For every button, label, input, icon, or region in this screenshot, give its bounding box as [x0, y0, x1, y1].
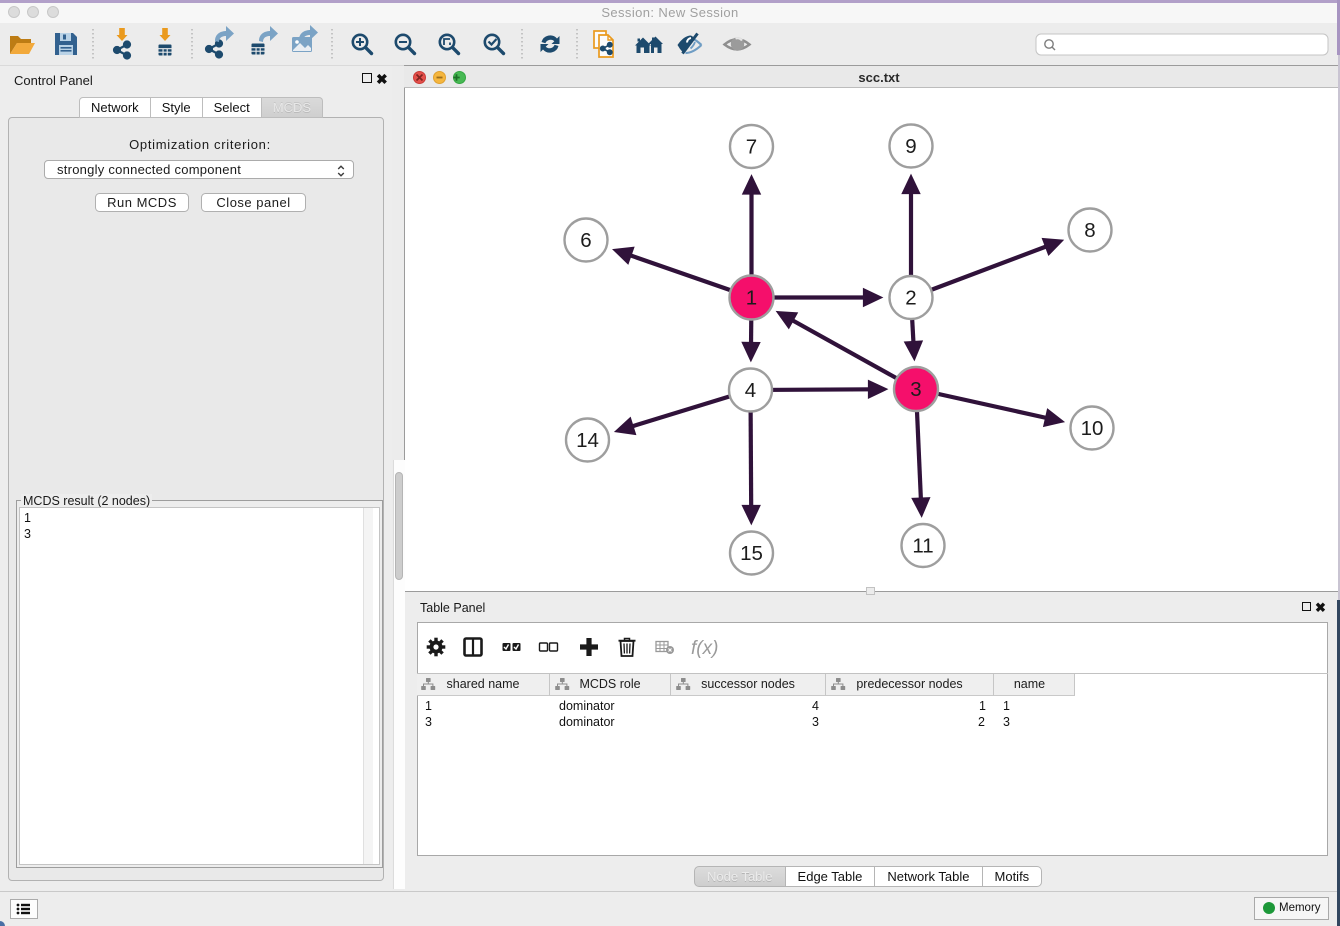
- svg-text:1: 1: [746, 287, 757, 310]
- svg-text:f(x): f(x): [691, 638, 718, 659]
- svg-text:2: 2: [905, 287, 916, 310]
- svg-text:10: 10: [1081, 417, 1104, 440]
- svg-text:9: 9: [905, 135, 916, 158]
- svg-text:7: 7: [746, 136, 757, 159]
- svg-text:6: 6: [580, 229, 591, 252]
- svg-text:14: 14: [576, 429, 599, 452]
- svg-text:15: 15: [740, 542, 763, 565]
- svg-text:8: 8: [1084, 219, 1095, 242]
- svg-text:11: 11: [912, 535, 933, 558]
- svg-text:3: 3: [910, 378, 921, 401]
- svg-text:4: 4: [745, 379, 756, 402]
